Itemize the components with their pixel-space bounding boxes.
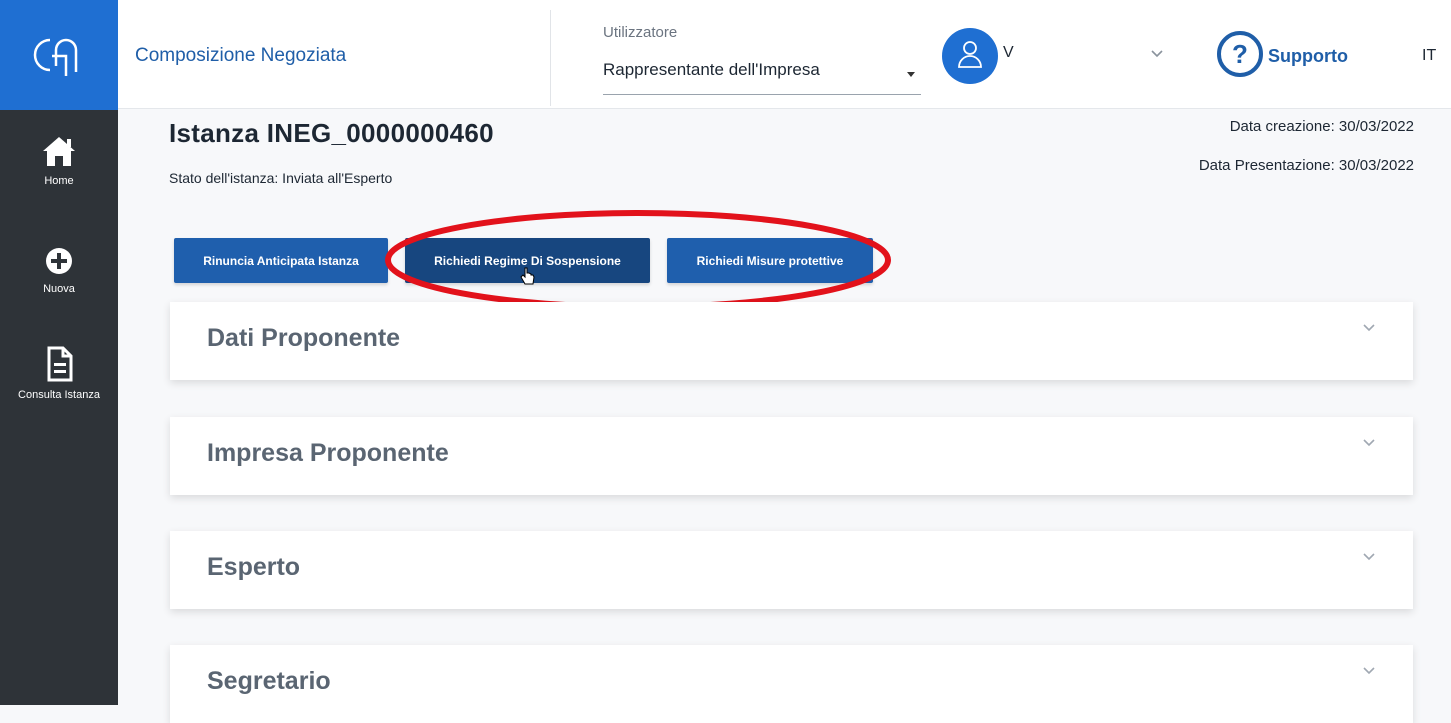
chevron-down-icon — [1362, 320, 1376, 338]
chevron-down-icon[interactable] — [1150, 46, 1164, 64]
presentation-date: Data Presentazione: 30/03/2022 — [1198, 157, 1414, 174]
svg-text:?: ? — [1232, 39, 1248, 69]
panel-title: Segretario — [207, 667, 331, 695]
caret-down-icon — [907, 72, 915, 77]
panel-segretario[interactable]: Segretario — [170, 645, 1413, 723]
page-title: Istanza INEG_0000000460 — [169, 118, 494, 148]
panel-title: Impresa Proponente — [207, 439, 449, 467]
language-selector[interactable]: IT — [1422, 47, 1436, 65]
support-link[interactable]: ? Supporto — [1216, 30, 1348, 83]
plus-circle-icon — [44, 248, 74, 280]
app-title[interactable]: Composizione Negoziata — [135, 45, 346, 67]
istanza-status: Stato dell'istanza: Inviata all'Esperto — [169, 170, 393, 186]
sidebar-item-home[interactable]: Home — [0, 134, 118, 187]
panel-title: Dati Proponente — [207, 324, 401, 352]
chevron-down-icon — [1362, 549, 1376, 567]
chevron-down-icon — [1362, 435, 1376, 453]
support-label: Supporto — [1268, 46, 1348, 66]
sidebar-item-label: Nuova — [43, 283, 75, 295]
sidebar-item-nuova[interactable]: Nuova — [0, 246, 118, 295]
panel-esperto[interactable]: Esperto — [170, 531, 1413, 609]
richiedi-misure-button[interactable]: Richiedi Misure protettive — [667, 238, 873, 283]
user-role-label: Utilizzatore — [603, 24, 678, 41]
creation-date: Data creazione: 30/03/2022 — [1229, 118, 1414, 135]
home-icon — [41, 137, 77, 172]
avatar[interactable] — [942, 28, 998, 84]
sidebar-item-consulta-istanza[interactable]: Consulta Istanza — [0, 346, 118, 401]
rinuncia-button[interactable]: Rinuncia Anticipata Istanza — [174, 238, 388, 283]
panel-impresa-proponente[interactable]: Impresa Proponente — [170, 417, 1413, 495]
top-header: Composizione Negoziata Utilizzatore Rapp… — [118, 0, 1451, 109]
panel-title: Esperto — [207, 553, 301, 581]
sidebar-item-label: Home — [44, 175, 74, 187]
document-icon — [45, 346, 73, 386]
sidebar: Home Nuova Consulta Istanza — [0, 0, 118, 705]
chevron-down-icon — [1362, 663, 1376, 681]
sidebar-item-label: Consulta Istanza — [18, 389, 100, 401]
user-icon — [956, 39, 984, 74]
panel-dati-proponente[interactable]: Dati Proponente — [170, 302, 1413, 380]
header-divider — [550, 10, 551, 106]
user-role-select[interactable]: Rappresentante dell'Impresa — [603, 54, 921, 95]
user-name: V — [1003, 44, 1014, 61]
help-icon: ? — [1216, 30, 1264, 83]
app-logo[interactable] — [0, 0, 118, 110]
hand-cursor-icon — [520, 267, 536, 292]
user-role-value: Rappresentante dell'Impresa — [603, 60, 820, 79]
